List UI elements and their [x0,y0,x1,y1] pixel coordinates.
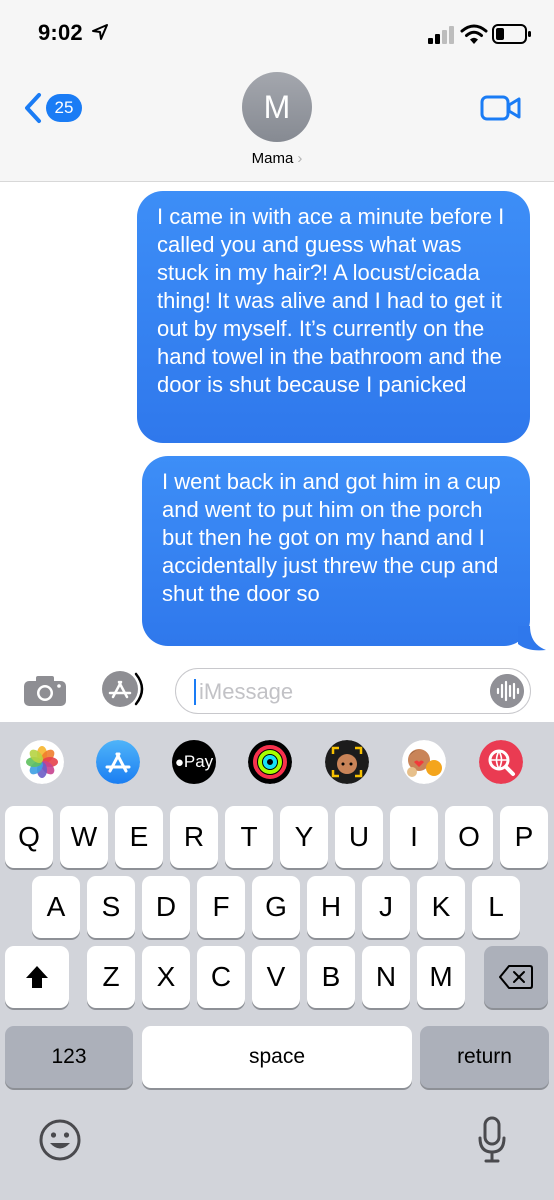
cellular-signal-icon [428,26,454,44]
key-e[interactable]: E [115,806,163,868]
key-n[interactable]: N [362,946,410,1008]
backspace-icon [499,965,533,989]
activity-app-icon[interactable] [248,740,292,784]
text-cursor [194,679,196,705]
numbers-key[interactable]: 123 [5,1026,133,1088]
location-arrow-icon [92,24,108,40]
space-key[interactable]: space [142,1026,412,1088]
photos-app-icon[interactable] [20,740,64,784]
bubble-tail [518,626,546,651]
key-h[interactable]: H [307,876,355,938]
key-x[interactable]: X [142,946,190,1008]
camera-icon[interactable] [22,674,68,708]
key-b[interactable]: B [307,946,355,1008]
apple-logo-icon: ● [174,753,184,771]
apple-pay-label: Pay [183,752,214,771]
sent-message-bubble[interactable]: I went back in and got him in a cup and … [142,456,530,646]
contact-name-button[interactable]: Mama › [0,150,554,167]
chevron-right-icon: › [297,150,303,167]
message-input-placeholder: iMessage [199,679,294,704]
wifi-icon [460,24,488,44]
audio-waveform-icon[interactable] [490,674,524,708]
key-p[interactable]: P [500,806,548,868]
shift-arrow-icon [26,966,48,988]
key-t[interactable]: T [225,806,273,868]
chevron-left-icon [25,93,41,123]
imessage-app-strip: ● Pay [0,722,554,800]
key-a[interactable]: A [32,876,80,938]
animoji-app-icon[interactable] [402,740,446,784]
key-j[interactable]: J [362,876,410,938]
key-q[interactable]: Q [5,806,53,868]
status-time: 9:02 [38,20,83,45]
key-r[interactable]: R [170,806,218,868]
key-o[interactable]: O [445,806,493,868]
message-input[interactable]: iMessage [175,668,531,714]
contact-avatar[interactable]: M [242,72,312,142]
app-store-icon[interactable] [96,670,152,708]
video-camera-icon[interactable] [480,94,522,122]
keyboard: ● Pay Q W E R T Y U I O P A S D F G H J … [0,722,554,1200]
key-c[interactable]: C [197,946,245,1008]
apple-pay-app-icon[interactable]: ● Pay [172,740,216,784]
key-l[interactable]: L [472,876,520,938]
key-w[interactable]: W [60,806,108,868]
key-g[interactable]: G [252,876,300,938]
memoji-stickers-app-icon[interactable] [325,740,369,784]
key-i[interactable]: I [390,806,438,868]
shift-key[interactable] [5,946,69,1008]
contact-name: Mama [251,150,294,167]
key-k[interactable]: K [417,876,465,938]
app-store-app-icon[interactable] [96,740,140,784]
return-key[interactable]: return [420,1026,549,1088]
unread-count-badge: 25 [46,94,82,122]
sent-message-bubble[interactable]: I came in with ace a minute before I cal… [137,191,530,443]
delete-key[interactable] [484,946,548,1008]
emoji-icon[interactable] [38,1118,82,1162]
key-y[interactable]: Y [280,806,328,868]
microphone-icon[interactable] [478,1116,506,1164]
back-button[interactable]: 25 [22,92,82,124]
key-v[interactable]: V [252,946,300,1008]
key-s[interactable]: S [87,876,135,938]
key-d[interactable]: D [142,876,190,938]
battery-low-icon [492,24,531,44]
web-search-app-icon[interactable] [479,740,523,784]
key-u[interactable]: U [335,806,383,868]
compose-bar: iMessage [0,660,554,722]
key-m[interactable]: M [417,946,465,1008]
key-f[interactable]: F [197,876,245,938]
status-bar: 9:02 [0,0,554,70]
key-z[interactable]: Z [87,946,135,1008]
